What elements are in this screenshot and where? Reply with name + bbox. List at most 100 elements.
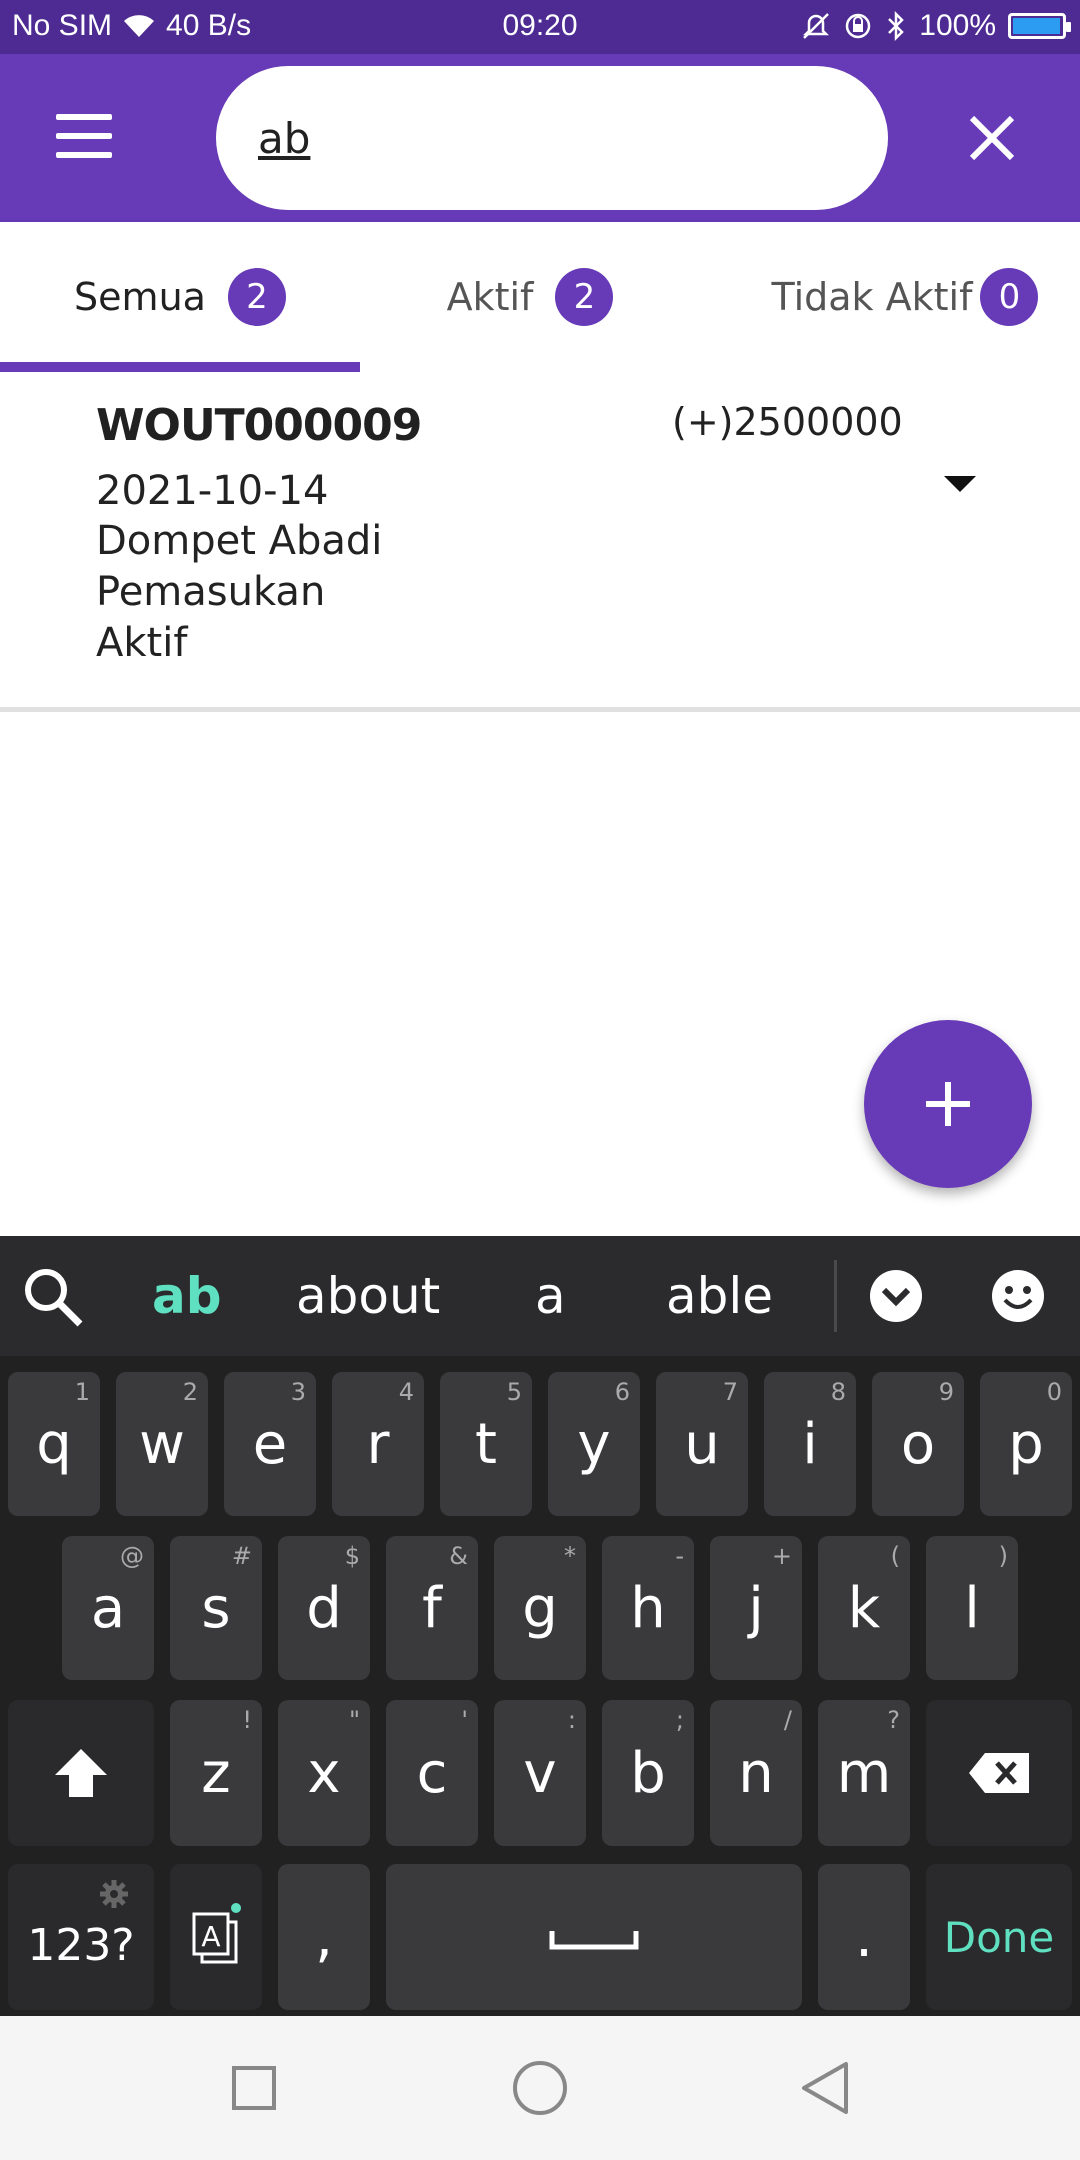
settings-icon bbox=[100, 1880, 128, 1908]
tab-tidak-aktif[interactable]: Tidak Aktif 0 bbox=[730, 222, 1080, 372]
plus-icon bbox=[926, 1082, 970, 1126]
done-key[interactable]: Done bbox=[926, 1864, 1072, 2010]
add-button[interactable] bbox=[864, 1020, 1032, 1188]
suggestion-4[interactable]: able bbox=[666, 1258, 773, 1334]
key-m[interactable]: m? bbox=[818, 1700, 910, 1846]
comma-label: , bbox=[315, 1904, 333, 1970]
key-z[interactable]: z! bbox=[170, 1700, 262, 1846]
navigation-bar bbox=[0, 2016, 1080, 2160]
key-hint: 6 bbox=[614, 1378, 630, 1406]
key-c[interactable]: c ' bbox=[386, 1700, 478, 1846]
key-hint: : bbox=[567, 1706, 576, 1734]
period-key[interactable]: . bbox=[818, 1864, 910, 2010]
suggestion-divider bbox=[834, 1260, 837, 1332]
key-d[interactable]: d $ bbox=[278, 1536, 370, 1680]
done-label: Done bbox=[943, 1912, 1055, 1962]
key-label: m bbox=[836, 1740, 892, 1806]
backspace-key[interactable] bbox=[926, 1700, 1072, 1846]
recents-button[interactable] bbox=[218, 2052, 290, 2124]
key-hint: # bbox=[231, 1542, 252, 1570]
key-label: g bbox=[522, 1575, 558, 1641]
language-key[interactable]: A bbox=[170, 1864, 262, 2010]
key-hint: ' bbox=[461, 1706, 468, 1734]
key-label: r bbox=[366, 1411, 390, 1477]
numbers-key[interactable]: 123? bbox=[8, 1864, 154, 2010]
key-u[interactable]: u7 bbox=[656, 1372, 748, 1516]
key-k[interactable]: k( bbox=[818, 1536, 910, 1680]
key-hint: ( bbox=[890, 1542, 900, 1570]
home-button[interactable] bbox=[504, 2052, 576, 2124]
key-hint: - bbox=[675, 1542, 684, 1570]
key-p[interactable]: p0 bbox=[980, 1372, 1072, 1516]
key-q[interactable]: q1 bbox=[8, 1372, 100, 1516]
tab-aktif[interactable]: Aktif 2 bbox=[360, 222, 700, 372]
key-hint: " bbox=[348, 1706, 360, 1734]
expand-button[interactable] bbox=[930, 464, 990, 504]
search-icon bbox=[25, 1269, 83, 1327]
key-x[interactable]: x " bbox=[278, 1700, 370, 1846]
key-label: z bbox=[201, 1740, 231, 1806]
key-j[interactable]: j + bbox=[710, 1536, 802, 1680]
key-y[interactable]: y6 bbox=[548, 1372, 640, 1516]
menu-button[interactable] bbox=[44, 108, 124, 168]
key-hint: 8 bbox=[830, 1378, 846, 1406]
status-right: 100% bbox=[801, 9, 1071, 43]
key-r[interactable]: r4 bbox=[332, 1372, 424, 1516]
key-hint: * bbox=[564, 1542, 576, 1570]
key-label: v bbox=[523, 1740, 557, 1806]
tab-semua[interactable]: Semua 2 bbox=[0, 222, 360, 372]
key-h[interactable]: h- bbox=[602, 1536, 694, 1680]
keyboard-search-button[interactable] bbox=[20, 1264, 88, 1332]
key-a[interactable]: a @ bbox=[62, 1536, 154, 1680]
key-e[interactable]: e3 bbox=[224, 1372, 316, 1516]
key-g[interactable]: g * bbox=[494, 1536, 586, 1680]
key-label: w bbox=[139, 1411, 185, 1477]
key-o[interactable]: o9 bbox=[872, 1372, 964, 1516]
key-hint: 3 bbox=[290, 1378, 306, 1406]
key-label: q bbox=[36, 1411, 72, 1477]
battery-percent: 100% bbox=[919, 9, 996, 42]
collapse-keyboard-button[interactable] bbox=[868, 1268, 924, 1324]
space-key[interactable] bbox=[386, 1864, 802, 2010]
key-b[interactable]: b; bbox=[602, 1700, 694, 1846]
key-hint: ! bbox=[242, 1706, 252, 1734]
period-label: . bbox=[855, 1904, 873, 1970]
key-l[interactable]: l) bbox=[926, 1536, 1018, 1680]
tab-label: Tidak Aktif bbox=[771, 275, 973, 319]
key-i[interactable]: i8 bbox=[764, 1372, 856, 1516]
back-triangle-icon bbox=[802, 2062, 848, 2114]
key-s[interactable]: s # bbox=[170, 1536, 262, 1680]
key-f[interactable]: f & bbox=[386, 1536, 478, 1680]
key-hint: 0 bbox=[1046, 1378, 1062, 1406]
close-search-button[interactable] bbox=[966, 112, 1018, 164]
suggestion-1[interactable]: ab bbox=[152, 1258, 222, 1334]
wallet-name: Dompet Abadi bbox=[96, 518, 383, 564]
back-button[interactable] bbox=[790, 2052, 862, 2124]
status-bar: No SIM 40 B/s 09:20 100% bbox=[0, 0, 1080, 54]
search-box[interactable] bbox=[216, 66, 888, 210]
count-badge: 0 bbox=[980, 268, 1039, 326]
space-icon bbox=[549, 1931, 639, 1950]
list-item[interactable]: WOUT000009 2021-10-14 Dompet Abadi Pemas… bbox=[0, 372, 1080, 712]
key-hint: @ bbox=[120, 1542, 144, 1570]
shift-key[interactable] bbox=[8, 1700, 154, 1846]
key-w[interactable]: w2 bbox=[116, 1372, 208, 1516]
suggestion-3[interactable]: a bbox=[535, 1258, 566, 1334]
mute-icon bbox=[803, 13, 830, 39]
suggestion-2[interactable]: about bbox=[296, 1258, 440, 1334]
key-hint: 1 bbox=[74, 1378, 90, 1406]
soft-keyboard: ab about a able q1w2e3r4t5y6u7i8o9p0 a @ s… bbox=[0, 1236, 1080, 2016]
tab-bar: Semua 2 Aktif 2 Tidak Aktif 0 bbox=[0, 222, 1080, 372]
rotation-lock-icon bbox=[846, 13, 871, 39]
search-input[interactable] bbox=[258, 106, 838, 170]
key-label: a bbox=[90, 1575, 126, 1641]
comma-key[interactable]: , bbox=[278, 1864, 370, 2010]
key-v[interactable]: v: bbox=[494, 1700, 586, 1846]
key-n[interactable]: n / bbox=[710, 1700, 802, 1846]
battery-icon bbox=[1008, 13, 1071, 39]
key-label: s bbox=[201, 1575, 231, 1641]
transaction-status: Aktif bbox=[96, 620, 188, 666]
key-t[interactable]: t5 bbox=[440, 1372, 532, 1516]
emoji-button[interactable] bbox=[990, 1268, 1046, 1324]
key-label: b bbox=[630, 1740, 666, 1806]
